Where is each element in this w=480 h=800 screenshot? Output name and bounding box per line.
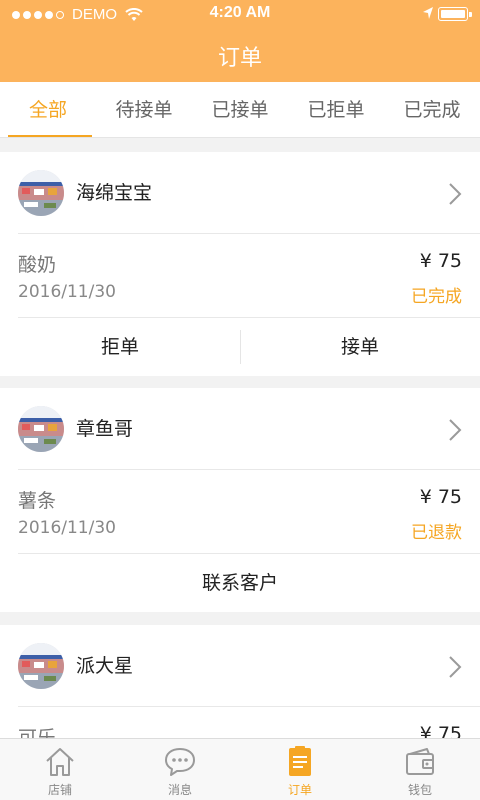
order-detail: 可乐 ¥ 75 (18, 707, 480, 738)
tab-accepted[interactable]: 已接单 (192, 82, 288, 137)
avatar (18, 643, 64, 689)
nav-item-orders[interactable]: 订单 (240, 739, 360, 800)
item-name: 薯条 (18, 490, 57, 512)
nav-label: 消息 (167, 783, 192, 797)
tab-rejected[interactable]: 已拒单 (288, 82, 384, 137)
document-icon (289, 746, 311, 776)
home-icon (46, 748, 74, 776)
nav-item-wallet[interactable]: 钱包 (360, 739, 480, 800)
order-card: 派大星 可乐 ¥ 75 (0, 625, 480, 738)
tab-all[interactable]: 全部 (0, 82, 96, 137)
nav-label: 钱包 (407, 783, 432, 797)
nav-item-messages[interactable]: 消息 (120, 739, 240, 800)
nav-item-shop[interactable]: 店铺 (0, 739, 120, 800)
order-price: ¥ 75 (419, 250, 462, 272)
shop-name: 派大星 (76, 655, 134, 677)
order-shop-row[interactable]: 章鱼哥 (18, 388, 480, 470)
nav-label: 店铺 (47, 783, 72, 797)
tab-pending[interactable]: 待接单 (96, 82, 192, 137)
chevron-right-icon (449, 656, 462, 678)
order-filter-tabs: 全部 待接单 已接单 已拒单 已完成 (0, 82, 480, 138)
wallet-icon (406, 748, 434, 775)
order-price: ¥ 75 (419, 486, 462, 508)
order-date: 2016/11/30 (18, 282, 116, 302)
location-arrow-icon (423, 7, 433, 19)
top-bar: DEMO 4:20 AM 订单 (0, 0, 480, 82)
order-card: 章鱼哥 薯条 2016/11/30 ¥ 75 已退款 联系客户 (0, 388, 480, 612)
reject-order-button[interactable]: 拒单 (0, 318, 240, 376)
shop-name: 章鱼哥 (76, 418, 134, 440)
avatar (18, 406, 64, 452)
status-time: 4:20 AM (209, 4, 271, 21)
order-detail: 薯条 2016/11/30 ¥ 75 已退款 (18, 470, 480, 554)
page-title: 订单 (217, 46, 262, 71)
order-card: 海绵宝宝 酸奶 2016/11/30 ¥ 75 已完成 拒单 接单 (0, 152, 480, 376)
chevron-right-icon (449, 183, 462, 205)
avatar (18, 170, 64, 216)
accept-order-button[interactable]: 接单 (240, 318, 480, 376)
order-shop-row[interactable]: 派大星 (18, 625, 480, 707)
bottom-nav: 店铺 消息 订单 钱包 (0, 738, 480, 800)
order-actions: 拒单 接单 (0, 318, 480, 376)
status-badge: 已退款 (411, 523, 462, 543)
battery-icon (438, 7, 472, 21)
order-shop-row[interactable]: 海绵宝宝 (18, 152, 480, 234)
item-name: 酸奶 (18, 254, 57, 276)
tab-completed[interactable]: 已完成 (384, 82, 480, 137)
order-price: ¥ 75 (419, 723, 462, 738)
chevron-right-icon (449, 419, 462, 441)
status-badge: 已完成 (411, 287, 462, 307)
order-date: 2016/11/30 (18, 518, 116, 538)
nav-label: 订单 (287, 783, 312, 797)
order-detail: 酸奶 2016/11/30 ¥ 75 已完成 (18, 234, 480, 318)
item-name: 可乐 (18, 727, 57, 738)
contact-customer-button[interactable]: 联系客户 (0, 554, 480, 612)
status-bar: DEMO 4:20 AM (0, 0, 480, 28)
order-list[interactable]: 海绵宝宝 酸奶 2016/11/30 ¥ 75 已完成 拒单 接单 章鱼哥 薯条… (0, 138, 480, 738)
chat-bubble-icon (165, 748, 195, 776)
order-actions: 联系客户 (0, 554, 480, 612)
shop-name: 海绵宝宝 (76, 182, 153, 204)
